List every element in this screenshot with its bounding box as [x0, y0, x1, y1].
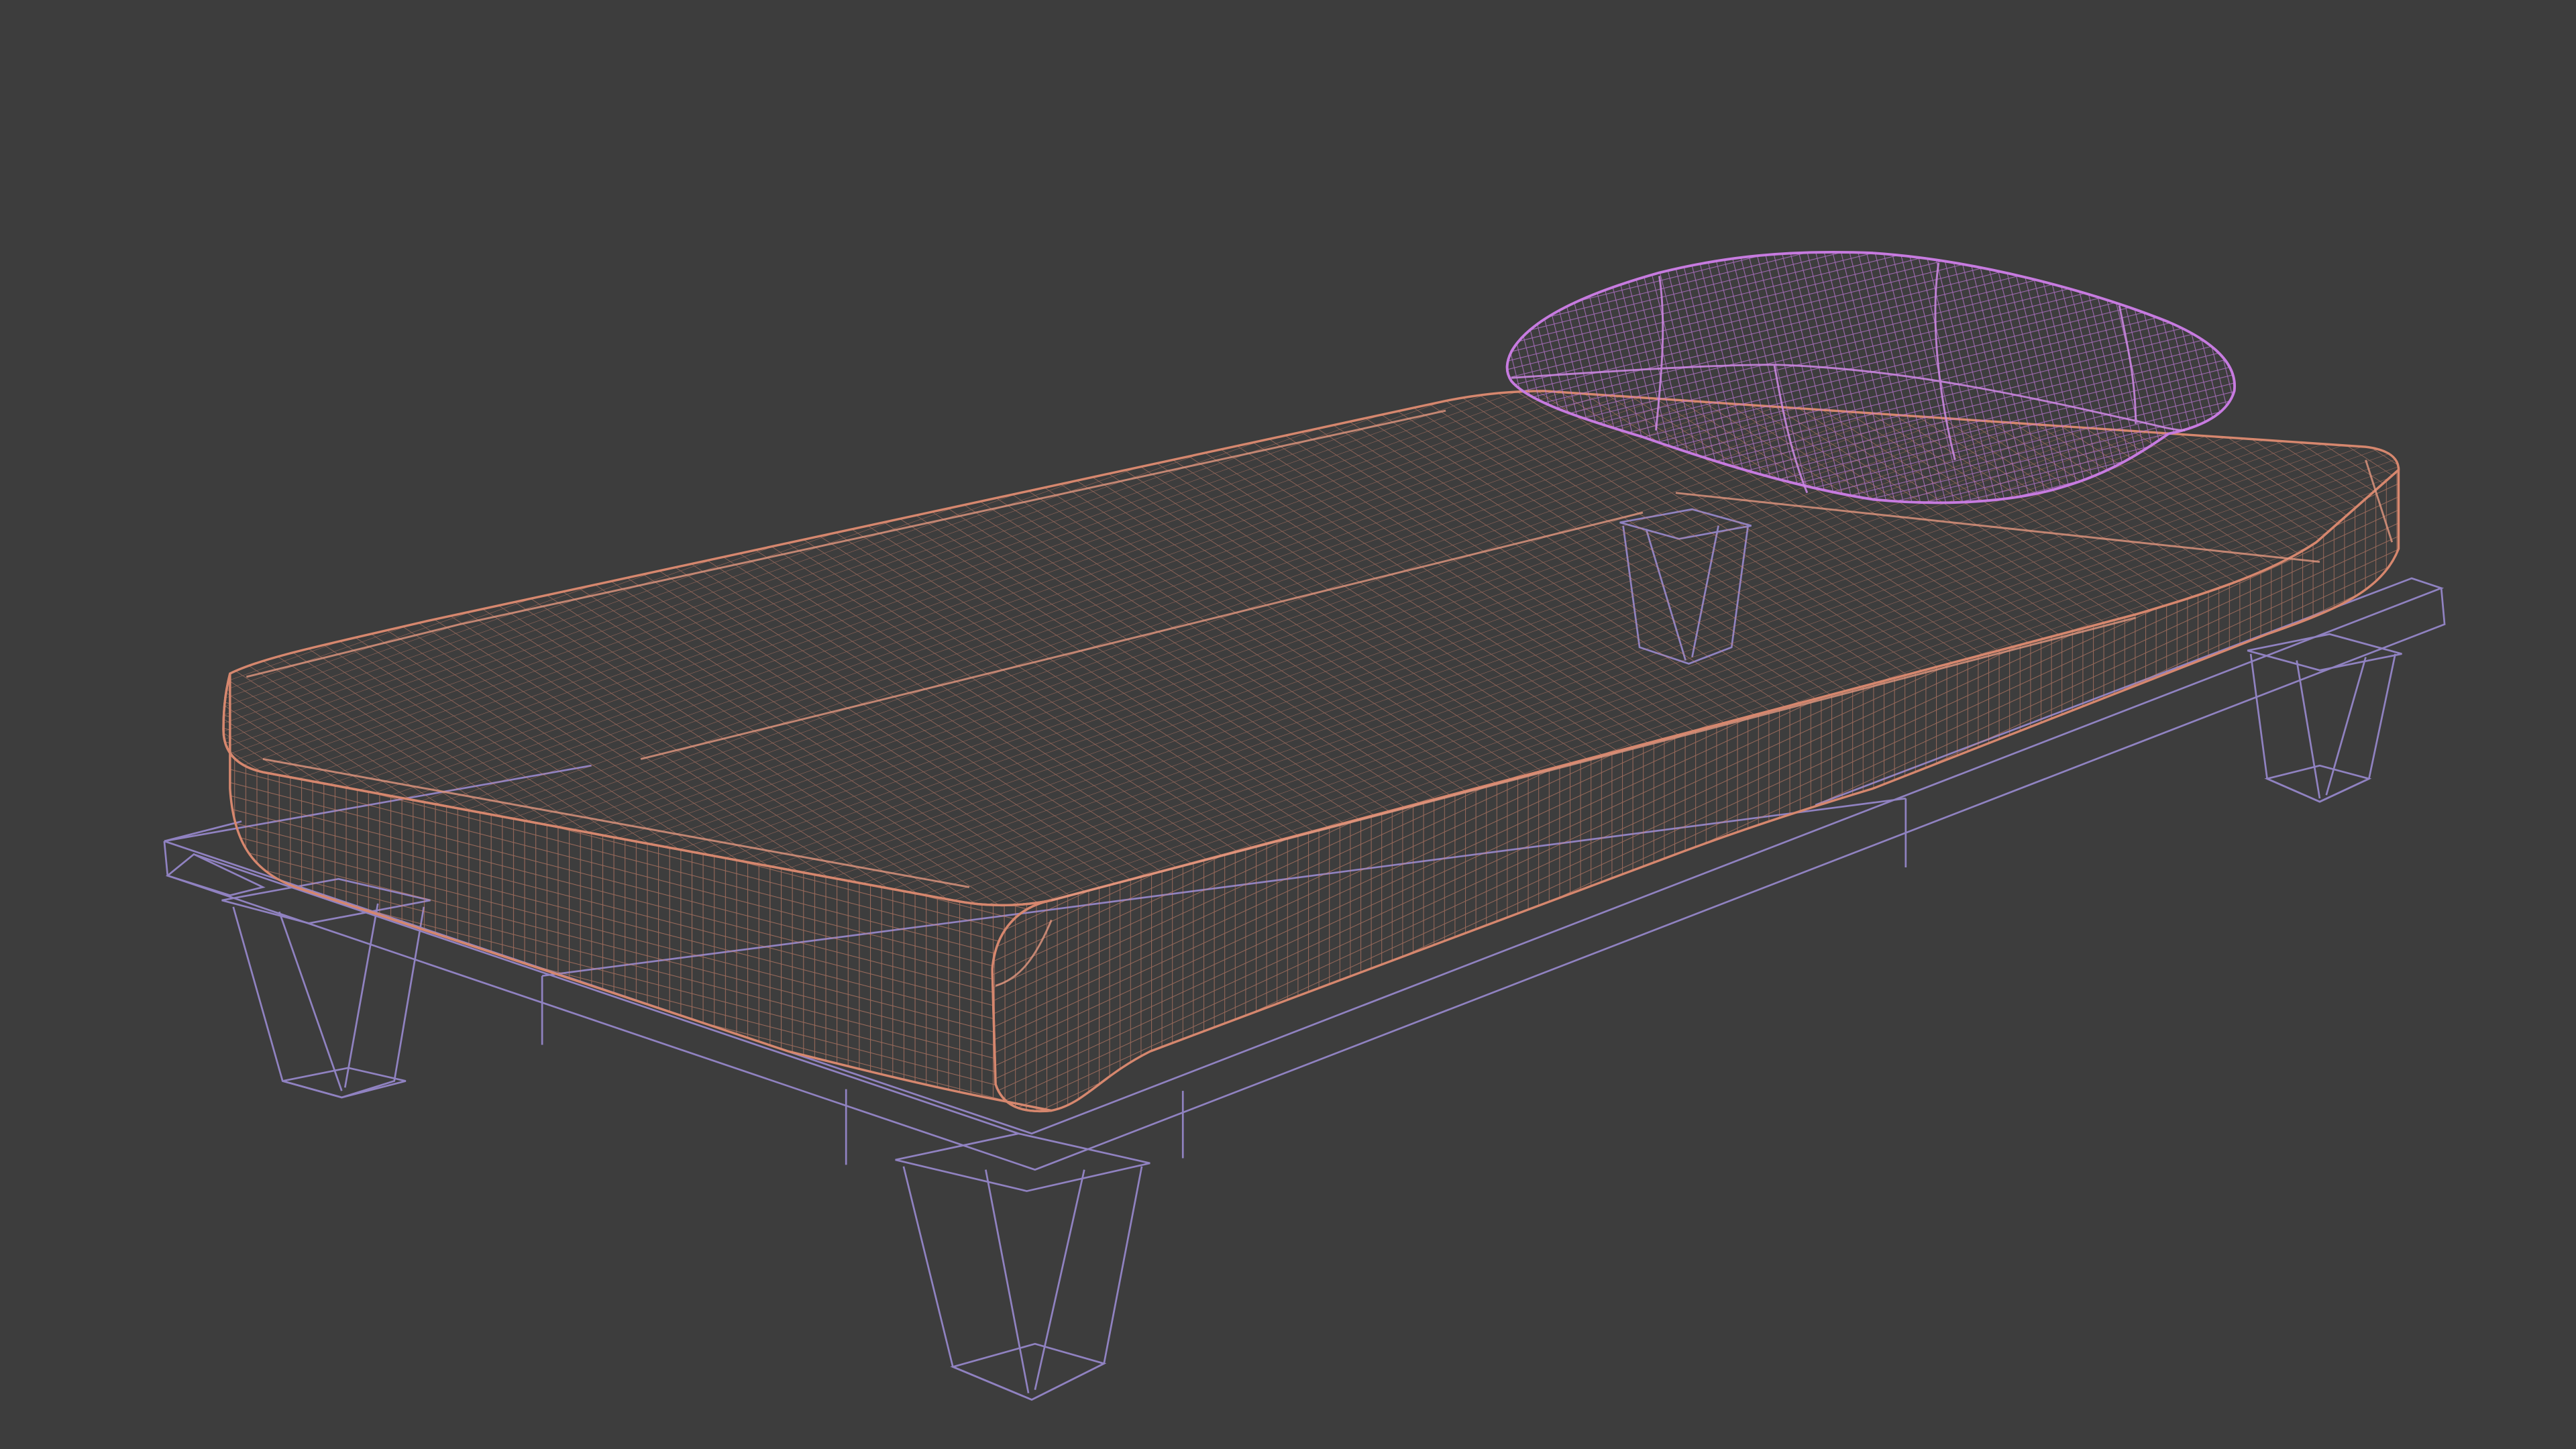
- wireframe-scene[interactable]: [0, 0, 2576, 1449]
- mattress[interactable]: [222, 390, 2400, 1113]
- frame-leg-back-right: [2247, 633, 2402, 803]
- 3d-viewport[interactable]: [0, 0, 2576, 1449]
- frame-leg-front-center: [895, 1132, 1150, 1401]
